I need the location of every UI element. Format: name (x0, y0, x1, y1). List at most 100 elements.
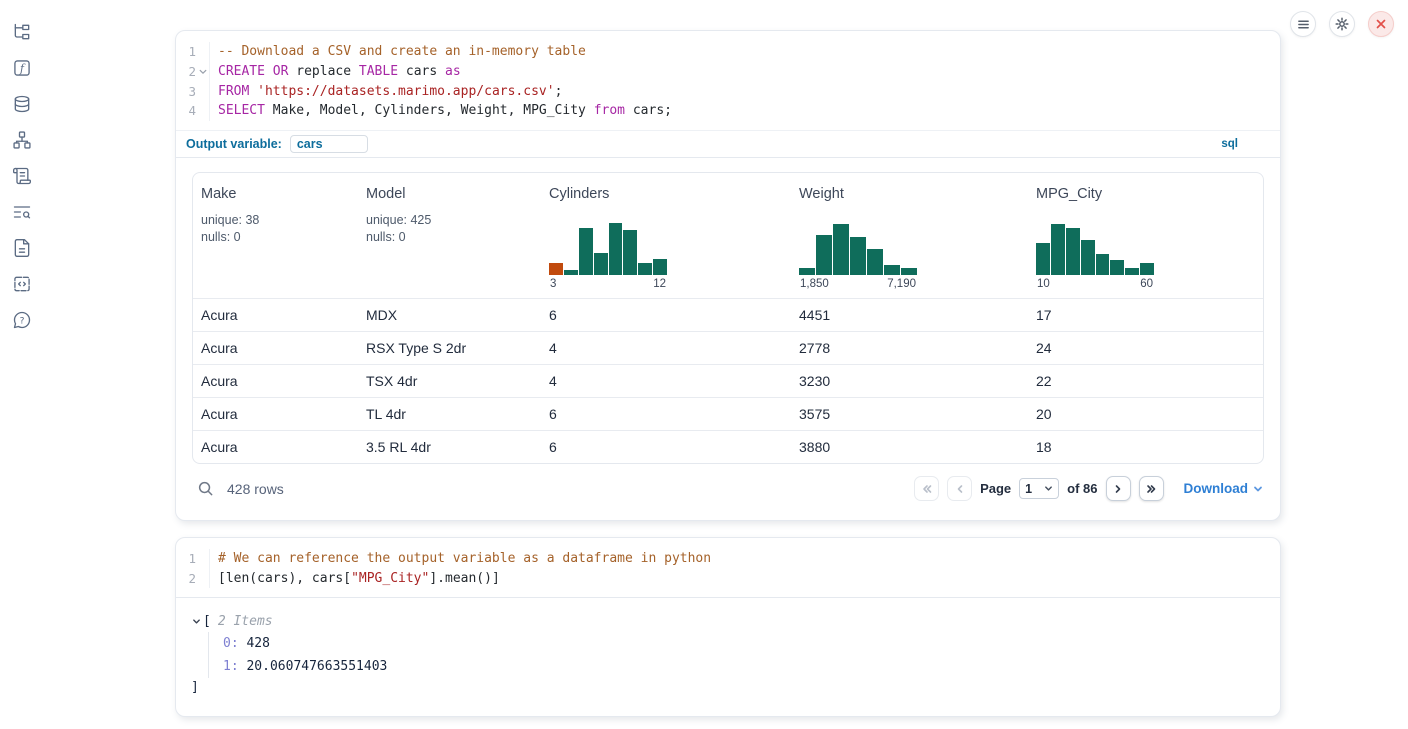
line-number: 2 (176, 64, 196, 79)
histogram-bar (623, 230, 637, 275)
histogram-axis-labels: 312 (549, 278, 667, 290)
output-tree: [ 2 Items 0: 4281: 20.060747663551403 ] (176, 598, 1280, 716)
table-cell: Acura (193, 431, 358, 463)
table-body: AcuraMDX6445117AcuraRSX Type S 2dr427782… (193, 298, 1263, 463)
fold-chevron-icon[interactable] (196, 68, 209, 76)
close-bracket: ] (191, 678, 1266, 698)
variables-icon[interactable]: f (10, 56, 34, 80)
scratchpad-icon[interactable] (10, 164, 34, 188)
histogram-bar (564, 270, 578, 275)
code-text: -- Download a CSV and create an in-memor… (209, 42, 586, 62)
column-header-model[interactable]: Model unique: 425nulls: 0 (358, 173, 541, 298)
column-name: MPG_City (1036, 186, 1255, 202)
table-row: AcuraTL 4dr6357520 (193, 397, 1263, 430)
chat-help-icon[interactable]: ? (10, 308, 34, 332)
table-cell: 4451 (791, 299, 1028, 331)
chevrons-left-icon (921, 483, 933, 495)
column-header-mpg_city[interactable]: MPG_City 1060 (1028, 173, 1263, 298)
python-code-editor[interactable]: 1 # We can reference the output variable … (176, 538, 1280, 598)
code-text: FROM 'https://datasets.marimo.app/cars.c… (209, 81, 562, 101)
table-cell: Acura (193, 398, 358, 430)
code-line: 2[len(cars), cars["MPG_City"].mean()] (176, 568, 1280, 588)
tree-entry: 0: 428 (223, 632, 1266, 655)
table-cell: 20 (1028, 398, 1263, 430)
line-number: 4 (176, 103, 196, 118)
last-page-button[interactable] (1139, 476, 1164, 501)
menu-button[interactable] (1290, 11, 1316, 37)
settings-button[interactable] (1329, 11, 1355, 37)
dependency-graph-icon[interactable] (10, 128, 34, 152)
column-stats: unique: 425nulls: 0 (366, 212, 533, 246)
download-button[interactable]: Download (1184, 481, 1264, 496)
line-number: 1 (176, 551, 196, 566)
table-cell: 6 (541, 398, 791, 430)
first-page-button[interactable] (914, 476, 939, 501)
previous-page-button[interactable] (947, 476, 972, 501)
table-footer: 428 rows Page 1 of 86 (192, 470, 1264, 508)
table-row: AcuraMDX6445117 (193, 298, 1263, 331)
table-row: AcuraRSX Type S 2dr4277824 (193, 331, 1263, 364)
histogram-bar (1051, 224, 1065, 275)
column-name: Weight (799, 186, 1020, 202)
data-table: Makeunique: 38nulls: 0 Model unique: 425nu… (192, 172, 1264, 464)
histogram: 312 (549, 223, 667, 290)
search-button[interactable] (193, 477, 217, 501)
histogram-bar (1125, 268, 1139, 275)
logs-icon[interactable] (10, 200, 34, 224)
histogram-bar (850, 237, 866, 275)
page-label: Page (980, 481, 1011, 496)
histogram: 1060 (1036, 223, 1154, 290)
table-cell: Acura (193, 365, 358, 397)
chevron-left-icon (954, 483, 966, 495)
histogram-bar (1110, 260, 1124, 275)
table-cell: TL 4dr (358, 398, 541, 430)
shutdown-button[interactable] (1368, 11, 1394, 37)
histogram: 1,8507,190 (799, 223, 917, 290)
code-text: # We can reference the output variable a… (209, 549, 711, 569)
column-header-cylinders[interactable]: Cylinders 312 (541, 173, 791, 298)
histogram-bar (638, 263, 652, 274)
histogram-bar (1066, 228, 1080, 275)
column-name: Make (201, 186, 350, 202)
histogram-bar (609, 223, 623, 275)
page-select[interactable]: 1 (1019, 478, 1059, 499)
collapse-chevron-icon[interactable] (190, 617, 203, 626)
table-header: Makeunique: 38nulls: 0 Model unique: 425nu… (193, 173, 1263, 298)
table-cell: 2778 (791, 332, 1028, 364)
svg-text:?: ? (20, 315, 25, 326)
line-number: 2 (176, 571, 196, 586)
chevron-down-icon (1044, 484, 1053, 493)
histogram-bar (816, 235, 832, 275)
line-number: 3 (176, 84, 196, 99)
tree-root: [ 2 Items (190, 614, 1266, 629)
notebook: 1 -- Download a CSV and create an in-memo… (175, 30, 1281, 717)
documentation-icon[interactable] (10, 236, 34, 260)
output-variable-input[interactable] (290, 135, 368, 153)
histogram-bar (1140, 263, 1154, 274)
column-header-make[interactable]: Makeunique: 38nulls: 0 (193, 173, 358, 298)
window-controls (1290, 11, 1394, 37)
svg-text:f: f (19, 62, 26, 75)
code-line: 2CREATE OR replace TABLE cars as (176, 62, 1280, 82)
sql-code-editor[interactable]: 1-- Download a CSV and create an in-memo… (176, 31, 1280, 130)
language-badge: sql (1221, 138, 1238, 150)
table-cell: TSX 4dr (358, 365, 541, 397)
column-name: Model (366, 186, 533, 202)
code-line: 3 FROM 'https://datasets.marimo.app/cars.… (176, 81, 1280, 101)
tree-entry: 1: 20.060747663551403 (223, 655, 1266, 678)
table-row: Acura3.5 RL 4dr6388018 (193, 430, 1263, 463)
histogram-bar (1081, 240, 1095, 274)
snippets-icon[interactable] (10, 272, 34, 296)
table-row: AcuraTSX 4dr4323022 (193, 364, 1263, 397)
column-name: Cylinders (549, 186, 783, 202)
chevrons-right-icon (1145, 483, 1157, 495)
datasets-icon[interactable] (10, 92, 34, 116)
table-cell: 3880 (791, 431, 1028, 463)
file-tree-icon[interactable] (10, 20, 34, 44)
histogram-bar (799, 268, 815, 275)
histogram-bar (594, 253, 608, 275)
table-cell: 3.5 RL 4dr (358, 431, 541, 463)
column-header-weight[interactable]: Weight 1,8507,190 (791, 173, 1028, 298)
next-page-button[interactable] (1106, 476, 1131, 501)
download-label: Download (1184, 481, 1249, 496)
